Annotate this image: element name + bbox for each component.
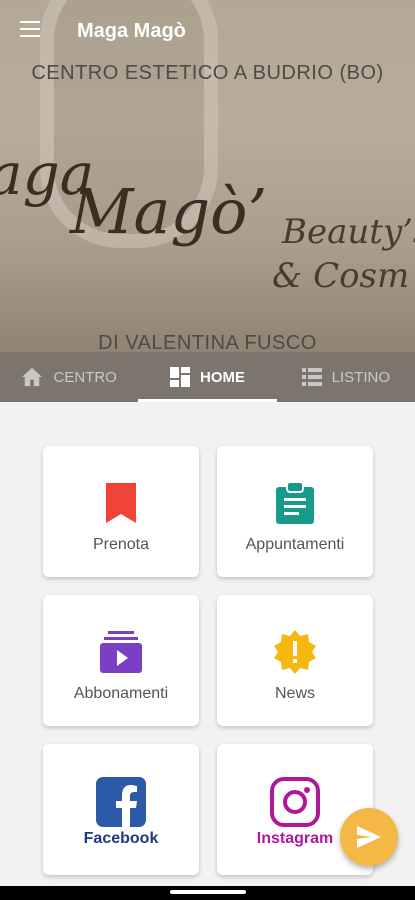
- menu-icon[interactable]: [20, 21, 40, 37]
- appuntamenti-card[interactable]: Appuntamenti: [217, 446, 373, 577]
- instagram-icon: [270, 777, 320, 827]
- logo-script-text: Beauty’s: [282, 212, 415, 252]
- system-nav-bar: [0, 886, 415, 900]
- tab-bar: CENTRO HOME LISTINO: [0, 352, 415, 402]
- subscriptions-icon: [100, 631, 142, 673]
- abbonamenti-card[interactable]: Abbonamenti: [43, 595, 199, 726]
- card-label: News: [274, 685, 315, 702]
- send-button[interactable]: [340, 808, 398, 866]
- app-bar: Maga Magò: [0, 0, 415, 60]
- bookmark-icon: [106, 483, 136, 523]
- prenota-card[interactable]: Prenota: [43, 446, 199, 577]
- card-label: Facebook: [83, 830, 159, 847]
- clipboard-icon: [276, 482, 314, 524]
- banner-owner: DI VALENTINA FUSCO: [98, 332, 317, 352]
- facebook-card[interactable]: Facebook: [43, 744, 199, 875]
- tab-label: CENTRO: [53, 368, 117, 386]
- tab-listino[interactable]: LISTINO: [277, 352, 415, 402]
- send-icon: [357, 826, 381, 848]
- home-gesture-handle[interactable]: [170, 890, 246, 894]
- banner-subtitle: CENTRO ESTETICO A BUDRIO (BO): [31, 62, 384, 84]
- home-icon: [22, 367, 43, 387]
- tab-label: LISTINO: [331, 368, 390, 386]
- facebook-icon: [96, 777, 146, 827]
- card-label: Prenota: [92, 536, 150, 553]
- logo-script-text: & Cosm: [272, 256, 410, 296]
- news-card[interactable]: News: [217, 595, 373, 726]
- tab-label: HOME: [199, 368, 245, 386]
- card-label: Instagram: [256, 830, 334, 847]
- list-icon: [301, 368, 322, 386]
- tab-home[interactable]: HOME: [138, 352, 277, 402]
- card-label: Abbonamenti: [73, 685, 169, 702]
- tab-centro[interactable]: CENTRO: [0, 352, 138, 402]
- alert-badge-icon: [274, 630, 316, 674]
- app-title: Maga Magò: [77, 20, 186, 42]
- card-label: Appuntamenti: [245, 536, 345, 553]
- logo-script-text: Magò’: [70, 175, 268, 248]
- dashboard-icon: [169, 367, 190, 387]
